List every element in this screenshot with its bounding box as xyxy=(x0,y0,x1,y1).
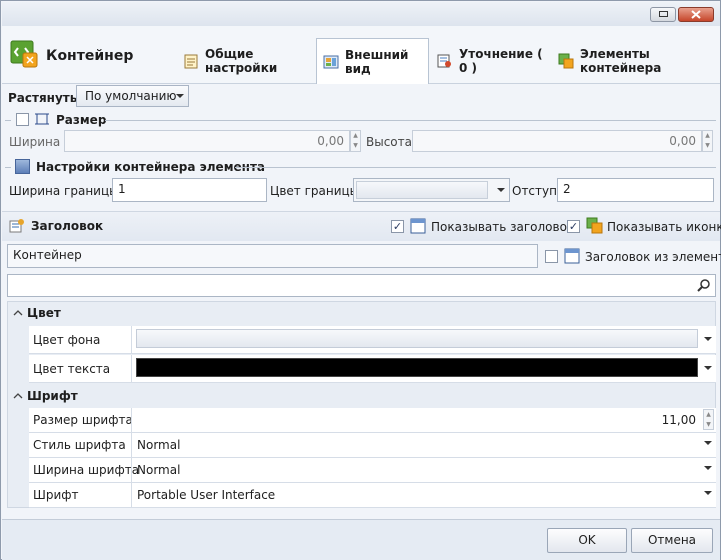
font-size-stepper[interactable]: ▲ ▼ xyxy=(703,409,714,430)
show-icon-label: Показывать иконку xyxy=(607,220,721,234)
tab-appearance-label: Внешний вид xyxy=(345,47,409,76)
border-width-value: 1 xyxy=(118,182,126,196)
chevron-down-icon xyxy=(704,441,712,445)
window-caption-icon xyxy=(410,218,426,234)
width-stepper[interactable]: ▲ ▼ xyxy=(350,130,361,152)
padding-value: 2 xyxy=(563,182,571,196)
window-caption-icon xyxy=(564,248,580,264)
tab-appearance[interactable]: Внешний вид xyxy=(316,38,429,84)
caption-label: Заголовок xyxy=(31,219,104,233)
size-checkbox[interactable] xyxy=(16,113,29,126)
color-section-label: Цвет xyxy=(27,306,61,320)
font-style-row: Стиль шрифта Normal xyxy=(29,433,716,458)
page-title: Контейнер xyxy=(46,48,134,64)
collapse-icon[interactable] xyxy=(13,307,23,317)
font-style-dropdown[interactable]: Normal xyxy=(131,433,716,457)
bg-color-field[interactable] xyxy=(131,326,716,353)
divider xyxy=(235,167,716,168)
show-caption-label: Показывать заголовок xyxy=(431,220,575,234)
collapse-icon[interactable] xyxy=(13,390,23,400)
caption-from-element-label: Заголовок из элемента xyxy=(585,250,721,264)
stretch-value: По умолчанию xyxy=(85,89,177,103)
title-bar xyxy=(2,2,720,26)
search-icon[interactable] xyxy=(697,278,711,292)
bg-color-row: Цвет фона xyxy=(29,326,716,354)
tab-container-elements[interactable]: Элементы контейнера xyxy=(552,38,717,84)
font-style-label: Стиль шрифта xyxy=(33,438,126,452)
caption-from-element-checkbox[interactable] xyxy=(545,250,558,263)
height-input[interactable]: 0,00 xyxy=(412,130,702,152)
width-value: 0,00 xyxy=(317,134,344,148)
font-size-field[interactable]: 11,00 ▲ ▼ xyxy=(131,408,716,432)
caption-text-input[interactable]: Контейнер xyxy=(7,244,538,268)
container-icon xyxy=(10,40,38,68)
font-family-row: Шрифт Portable User Interface xyxy=(29,483,716,508)
border-width-label: Ширина границы : xyxy=(9,184,127,198)
border-width-input[interactable]: 1 xyxy=(112,178,267,202)
ok-button[interactable]: OK xyxy=(547,528,627,553)
font-width-dropdown[interactable]: Normal xyxy=(131,458,716,482)
divider xyxy=(5,120,11,121)
color-swatch xyxy=(136,358,698,377)
width-label: Ширина : xyxy=(9,135,69,149)
filter-icon xyxy=(437,53,453,69)
font-width-value: Normal xyxy=(137,463,181,477)
divider xyxy=(5,167,11,168)
stretch-dropdown[interactable]: По умолчанию xyxy=(76,85,189,107)
height-value: 0,00 xyxy=(669,134,696,148)
tab-general[interactable]: Общие настройки xyxy=(177,38,313,84)
elements-icon xyxy=(586,217,603,234)
tab-general-label: Общие настройки xyxy=(205,47,278,75)
width-input[interactable]: 0,00 xyxy=(64,130,350,152)
color-swatch xyxy=(356,181,488,199)
chevron-down-icon xyxy=(497,188,505,192)
tab-container-elements-label: Элементы контейнера xyxy=(580,47,662,75)
show-icon-checkbox[interactable]: ✓ xyxy=(567,220,580,233)
font-size-value: 11,00 xyxy=(661,413,696,427)
chevron-down-icon xyxy=(704,491,712,495)
resize-icon xyxy=(35,112,49,126)
font-size-label: Размер шрифта xyxy=(33,413,133,427)
close-button[interactable] xyxy=(678,7,714,22)
property-search-input[interactable] xyxy=(7,274,716,297)
restore-button[interactable] xyxy=(650,7,676,22)
tab-refinement-label: Уточнение ( 0 ) xyxy=(459,47,543,75)
size-label: Размер xyxy=(56,113,107,127)
height-stepper[interactable]: ▲ ▼ xyxy=(702,130,713,152)
padding-input[interactable]: 2 xyxy=(557,178,714,202)
notepad-icon xyxy=(183,53,199,69)
header: Контейнер Общие настройки Внешний вид Ут… xyxy=(2,26,720,84)
bg-color-label: Цвет фона xyxy=(33,333,101,347)
stretch-label: Растянуть : xyxy=(8,91,87,105)
container-settings-checkbox[interactable] xyxy=(15,159,30,174)
color-swatch xyxy=(136,329,698,348)
border-color-dropdown[interactable] xyxy=(353,178,510,202)
font-width-row: Ширина шрифта Normal xyxy=(29,458,716,483)
tab-refinement[interactable]: Уточнение ( 0 ) xyxy=(431,38,549,84)
font-section-label: Шрифт xyxy=(27,389,78,403)
text-color-label: Цвет текста xyxy=(33,362,111,376)
appearance-icon xyxy=(323,54,339,70)
dialog-window: Контейнер Общие настройки Внешний вид Ут… xyxy=(0,0,721,560)
elements-icon xyxy=(558,53,574,69)
chevron-down-icon xyxy=(704,466,712,470)
cancel-button[interactable]: Отмена xyxy=(631,528,713,553)
chevron-down-icon xyxy=(704,366,712,370)
caption-text-value: Контейнер xyxy=(13,248,82,262)
show-caption-checkbox[interactable]: ✓ xyxy=(391,220,404,233)
text-color-field[interactable] xyxy=(131,355,716,382)
font-style-value: Normal xyxy=(137,438,181,452)
font-width-label: Ширина шрифта xyxy=(33,463,140,477)
chevron-down-icon xyxy=(704,337,712,341)
close-icon xyxy=(691,10,701,19)
font-family-label: Шрифт xyxy=(33,488,79,502)
font-size-row: Размер шрифта 11,00 ▲ ▼ xyxy=(29,408,716,433)
container-settings-label: Настройки контейнера элемента xyxy=(36,160,265,174)
text-color-row: Цвет текста xyxy=(29,355,716,383)
divider xyxy=(105,120,716,121)
font-family-dropdown[interactable]: Portable User Interface xyxy=(131,483,716,507)
chevron-down-icon xyxy=(176,94,184,98)
caption-icon xyxy=(9,218,25,234)
font-family-value: Portable User Interface xyxy=(137,488,276,502)
